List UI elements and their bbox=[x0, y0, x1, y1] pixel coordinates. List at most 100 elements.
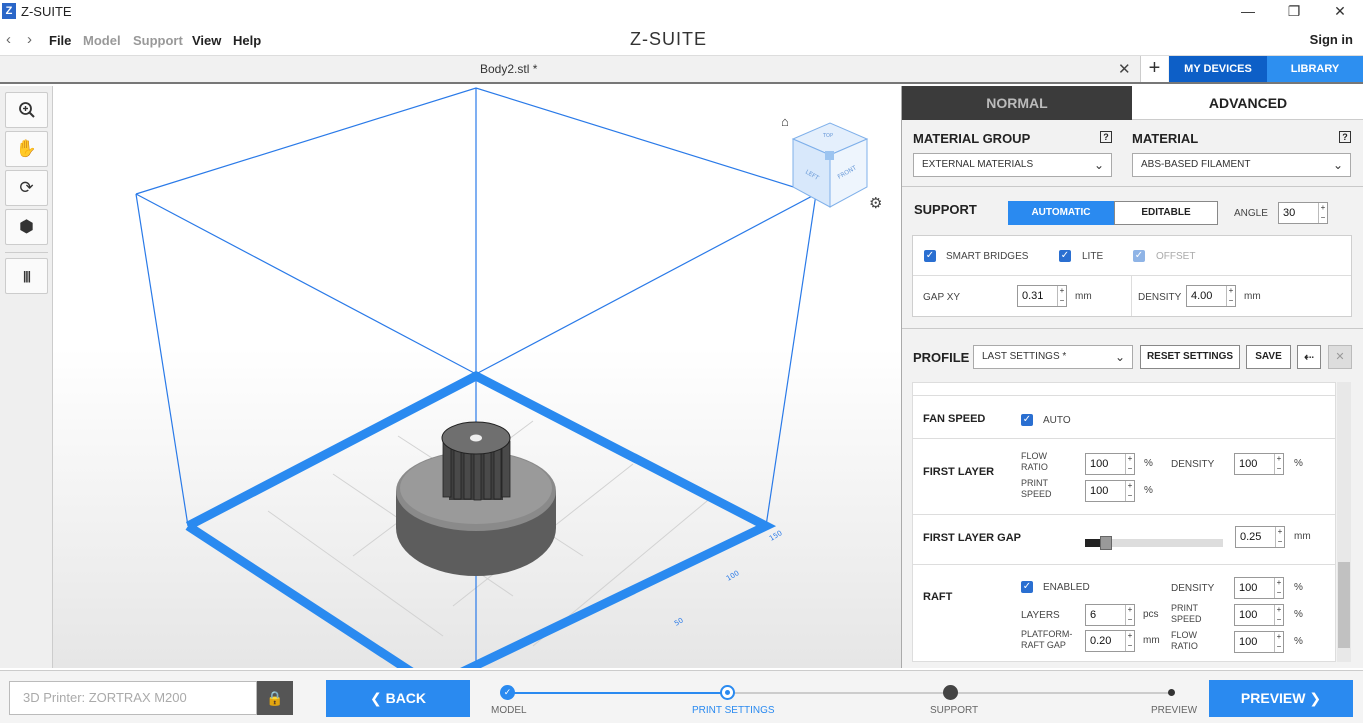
raft-platform-gap-input[interactable]: 0.20 + − bbox=[1085, 630, 1135, 652]
export-profile-icon[interactable]: ⇠ bbox=[1297, 345, 1321, 369]
preview-button[interactable]: PREVIEW ❯ bbox=[1209, 680, 1353, 717]
view-cube[interactable]: LEFT FRONT TOP bbox=[785, 121, 875, 211]
cube-icon: ⬢ bbox=[19, 217, 34, 236]
menu-model[interactable]: Model bbox=[83, 33, 121, 48]
rotate-tool-button[interactable]: ⟳ bbox=[5, 170, 48, 206]
stepper-icon[interactable]: + − bbox=[1125, 631, 1134, 651]
gap-xy-input[interactable]: 0.31 + − bbox=[1017, 285, 1067, 307]
stepper-icon[interactable]: + − bbox=[1274, 578, 1283, 598]
raft-density-input[interactable]: 100 + − bbox=[1234, 577, 1284, 599]
back-button[interactable]: ❮ BACK bbox=[326, 680, 470, 717]
step-model-label: MODEL bbox=[491, 705, 527, 716]
model-body[interactable] bbox=[396, 421, 556, 576]
stepper-icon[interactable]: + − bbox=[1057, 286, 1066, 306]
save-profile-button[interactable]: SAVE bbox=[1246, 345, 1291, 369]
step-support-lock-icon[interactable] bbox=[943, 685, 958, 700]
file-tab[interactable]: Body2.stl * bbox=[480, 62, 537, 76]
3d-viewport[interactable]: 150 100 50 ⌂ LEFT FRONT TOP ⚙ bbox=[53, 86, 901, 668]
zoom-tool-button[interactable] bbox=[5, 92, 48, 128]
lite-checkbox[interactable]: ✓ bbox=[1059, 250, 1071, 262]
first-layer-speed-input[interactable]: 100 + − bbox=[1085, 480, 1135, 502]
material-select[interactable]: ABS-BASED FILAMENT ⌄ bbox=[1132, 153, 1351, 177]
first-layer-density-input[interactable]: 100 + − bbox=[1234, 453, 1284, 475]
stepper-icon[interactable]: + − bbox=[1125, 454, 1134, 474]
maximize-button[interactable]: ❐ bbox=[1271, 0, 1317, 24]
delete-profile-icon[interactable]: ✕ bbox=[1328, 345, 1352, 369]
support-density-input[interactable]: 4.00 + − bbox=[1186, 285, 1236, 307]
menu-support[interactable]: Support bbox=[133, 33, 183, 48]
menu-help[interactable]: Help bbox=[233, 33, 261, 48]
raft-layers-input[interactable]: 6 + − bbox=[1085, 604, 1135, 626]
viewport-settings-icon[interactable]: ⚙ bbox=[869, 194, 882, 212]
tab-bar: Body2.stl * ✕ + MY DEVICES LIBRARY bbox=[0, 56, 1363, 84]
back-arrow-icon[interactable]: ‹ bbox=[6, 31, 11, 48]
first-layer-flow-input[interactable]: 100 + − bbox=[1085, 453, 1135, 475]
forward-arrow-icon[interactable]: › bbox=[27, 31, 32, 48]
stepper-icon[interactable]: + − bbox=[1318, 203, 1327, 223]
raft-layers-unit: pcs bbox=[1143, 609, 1159, 620]
raft-speed-value: 100 bbox=[1239, 609, 1258, 621]
material-help-icon[interactable]: ? bbox=[1339, 131, 1351, 143]
sign-in-link[interactable]: Sign in bbox=[1310, 32, 1353, 47]
stepper-icon[interactable]: + − bbox=[1274, 605, 1283, 625]
reset-settings-button[interactable]: RESET SETTINGS bbox=[1140, 345, 1240, 369]
angle-input[interactable]: 30 + − bbox=[1278, 202, 1328, 224]
pan-tool-button[interactable]: ✋ bbox=[5, 131, 48, 167]
library-button[interactable]: LIBRARY bbox=[1267, 56, 1363, 82]
raft-speed-input[interactable]: 100 + − bbox=[1234, 604, 1284, 626]
row-divider bbox=[913, 514, 1335, 515]
fan-auto-checkbox[interactable]: ✓ bbox=[1021, 414, 1033, 426]
raft-enabled-checkbox[interactable]: ✓ bbox=[1021, 581, 1033, 593]
offset-label: OFFSET bbox=[1156, 251, 1196, 262]
first-layer-gap-input[interactable]: 0.25 + − bbox=[1235, 526, 1285, 548]
close-tab-icon[interactable]: ✕ bbox=[1118, 60, 1131, 78]
smart-bridges-checkbox[interactable]: ✓ bbox=[924, 250, 936, 262]
stepper-icon[interactable]: + − bbox=[1274, 454, 1283, 474]
angle-label: ANGLE bbox=[1234, 208, 1268, 219]
step-model-icon[interactable]: ✓ bbox=[500, 685, 515, 700]
advanced-settings-list[interactable]: FAN SPEED ✓ AUTO FIRST LAYER FLOW RATIO 1… bbox=[912, 382, 1336, 662]
step-support-label: SUPPORT bbox=[930, 705, 979, 716]
material-group-help-icon[interactable]: ? bbox=[1100, 131, 1112, 143]
step-print-settings-icon[interactable] bbox=[720, 685, 735, 700]
offset-checkbox[interactable]: ✓ bbox=[1133, 250, 1145, 262]
stepper-icon[interactable]: + − bbox=[1125, 605, 1134, 625]
layers-tool-button[interactable]: ||| bbox=[5, 258, 48, 294]
step-preview-label: PREVIEW bbox=[1151, 705, 1198, 716]
add-tab-button[interactable]: + bbox=[1140, 56, 1168, 82]
stepper-icon[interactable]: + − bbox=[1274, 632, 1283, 652]
minimize-button[interactable]: — bbox=[1225, 0, 1271, 24]
support-automatic-button[interactable]: AUTOMATIC bbox=[1008, 201, 1114, 225]
menu-file[interactable]: File bbox=[49, 33, 71, 48]
profile-value: LAST SETTINGS * bbox=[982, 351, 1067, 362]
first-layer-gap-label: FIRST LAYER GAP bbox=[923, 532, 1021, 544]
my-devices-button[interactable]: MY DEVICES bbox=[1169, 56, 1267, 82]
raft-flow-input[interactable]: 100 + − bbox=[1234, 631, 1284, 653]
stepper-icon[interactable]: + − bbox=[1125, 481, 1134, 501]
support-density-value: 4.00 bbox=[1191, 290, 1213, 302]
step-preview-icon[interactable] bbox=[1168, 689, 1175, 696]
smart-bridges-label: SMART BRIDGES bbox=[946, 251, 1029, 262]
printer-field[interactable]: 3D Printer: ZORTRAX M200 bbox=[9, 681, 257, 715]
close-window-button[interactable]: ✕ bbox=[1317, 0, 1363, 24]
profile-select[interactable]: LAST SETTINGS * ⌄ bbox=[973, 345, 1133, 369]
scrollbar-track[interactable] bbox=[1337, 382, 1351, 662]
menu-view[interactable]: View bbox=[192, 33, 221, 48]
percent-unit: % bbox=[1144, 485, 1153, 496]
tab-advanced[interactable]: ADVANCED bbox=[1132, 86, 1363, 120]
percent-unit: % bbox=[1294, 582, 1303, 593]
stepper-icon[interactable]: + − bbox=[1226, 286, 1235, 306]
lock-icon[interactable]: 🔒 bbox=[257, 681, 293, 715]
support-editable-button[interactable]: EDITABLE bbox=[1114, 201, 1218, 225]
left-toolbar: ✋ ⟳ ⬢ ||| bbox=[0, 86, 53, 668]
slider-handle[interactable] bbox=[1100, 536, 1112, 550]
support-options-box bbox=[912, 235, 1352, 317]
raft-density-value: 100 bbox=[1239, 582, 1258, 594]
first-layer-gap-slider[interactable] bbox=[1085, 536, 1223, 550]
material-group-value: EXTERNAL MATERIALS bbox=[922, 159, 1034, 170]
cube-tool-button[interactable]: ⬢ bbox=[5, 209, 48, 245]
material-group-select[interactable]: EXTERNAL MATERIALS ⌄ bbox=[913, 153, 1112, 177]
scrollbar-thumb[interactable] bbox=[1338, 562, 1350, 648]
stepper-icon[interactable]: + − bbox=[1275, 527, 1284, 547]
tab-normal[interactable]: NORMAL bbox=[902, 86, 1132, 120]
